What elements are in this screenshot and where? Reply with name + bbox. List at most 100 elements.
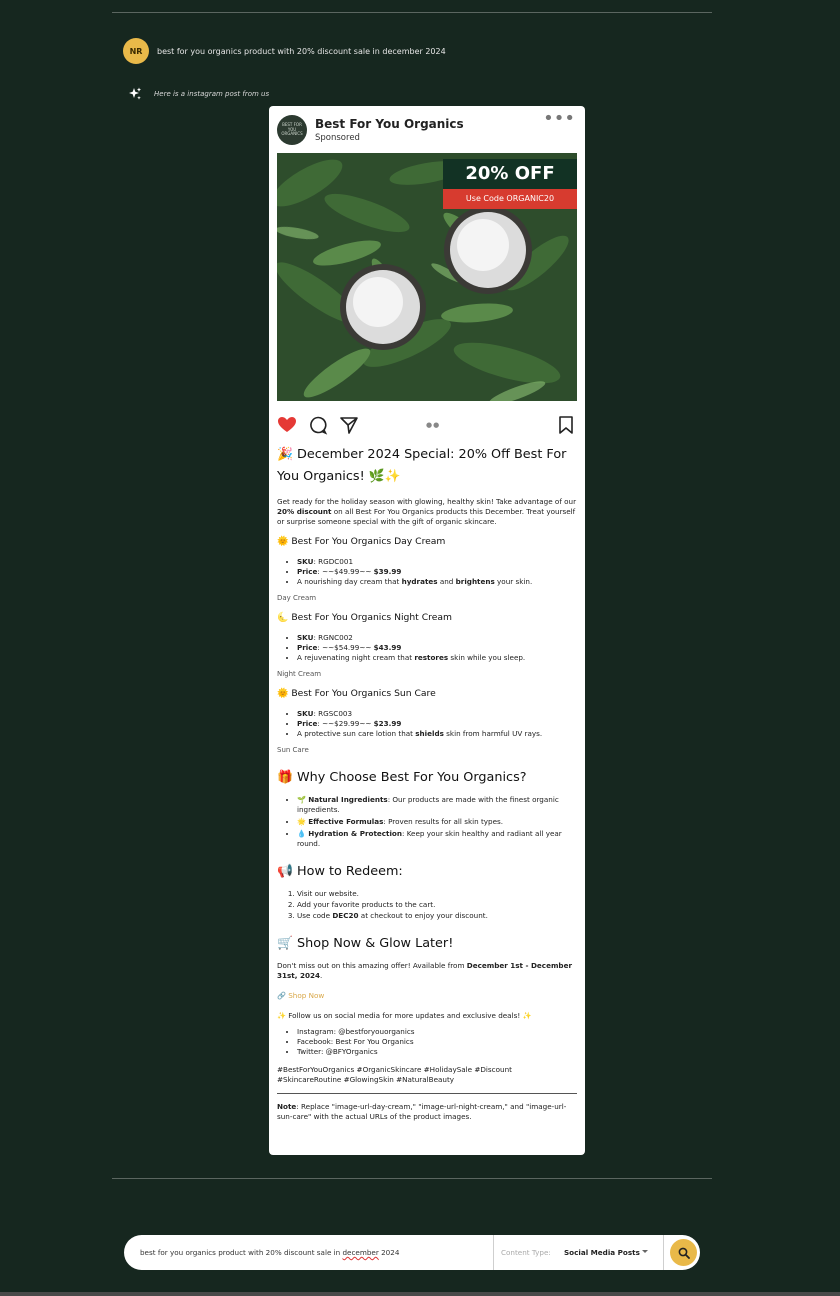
social-list: Instagram: @bestforyouorganics Facebook:…	[277, 1027, 577, 1057]
post-header: BEST FOR YOU ORGANICS Best For You Organ…	[277, 110, 577, 146]
price-label: Price	[297, 643, 318, 652]
search-icon	[678, 1247, 690, 1259]
why-item-bold: Effective Formulas	[308, 817, 384, 826]
ai-message: Here is a instagram post from us	[154, 90, 270, 98]
post-title: 🎉 December 2024 Special: 20% Off Best Fo…	[277, 447, 567, 484]
product-price: Price: ~~$54.99~~ $43.99	[297, 643, 577, 653]
product-details: SKU: RGDC001 Price: ~~$49.99~~ $39.99 A …	[277, 557, 577, 587]
redeem-step: Use code DEC20 at checkout to enjoy your…	[297, 911, 577, 921]
brand-logo[interactable]: BEST FOR YOU ORGANICS	[277, 115, 307, 145]
search-button[interactable]	[670, 1239, 697, 1266]
sparkle-icon	[129, 87, 141, 100]
content-type-select[interactable]: Social Media Posts	[564, 1235, 640, 1270]
redeem-step-text: Use code	[297, 911, 333, 920]
image-alt: Night Cream	[277, 670, 322, 678]
redeem-step-text: at checkout to enjoy your discount.	[358, 911, 488, 920]
product-desc: A protective sun care lotion that shield…	[297, 729, 577, 739]
social-item: Twitter: @BFYOrganics	[297, 1047, 577, 1057]
price-label: Price	[297, 719, 318, 728]
product-heading: 🌞 Best For You Organics Sun Care	[277, 688, 436, 699]
heart-icon[interactable]	[277, 415, 297, 435]
sku-value: : RGDC001	[313, 557, 354, 566]
user-message: best for you organics product with 20% d…	[157, 46, 446, 56]
redeem-steps: Visit our website. Add your favorite pro…	[277, 889, 577, 921]
desc-text: A nourishing day cream that	[297, 577, 402, 586]
shop-heading: 🛒 Shop Now & Glow Later!	[277, 936, 454, 951]
product-heading: 🌞 Best For You Organics Day Cream	[277, 536, 446, 547]
desc-bold: shields	[415, 729, 444, 738]
product-sku: SKU: RGSC003	[297, 709, 577, 719]
discount-badge: 20% OFF Use Code ORGANIC20	[443, 159, 577, 209]
product-details: SKU: RGNC002 Price: ~~$54.99~~ $43.99 A …	[277, 633, 577, 663]
input-divider	[663, 1235, 664, 1270]
share-icon[interactable]	[339, 415, 359, 435]
product-sku: SKU: RGNC002	[297, 633, 577, 643]
post-caption: 🎉 December 2024 Special: 20% Off Best Fo…	[277, 444, 577, 1128]
offer-paragraph: Don't miss out on this amazing offer! Av…	[277, 961, 577, 981]
desc-text: and	[437, 577, 456, 586]
intro-text: Get ready for the holiday season with gl…	[277, 497, 577, 506]
product-details: SKU: RGSC003 Price: ~~$29.99~~ $23.99 A …	[277, 709, 577, 739]
post-actions: ●●	[277, 415, 577, 435]
note: Note: Replace "image-url-day-cream," "im…	[277, 1102, 577, 1122]
sku-label: SKU	[297, 633, 314, 642]
price-new: $39.99	[373, 567, 402, 576]
social-item: Facebook: Best For You Organics	[297, 1037, 577, 1047]
promo-code: DEC20	[332, 911, 359, 920]
comment-icon[interactable]	[308, 415, 328, 435]
misspelled-word: december	[342, 1248, 379, 1257]
price-old: : ~~$29.99~~	[317, 719, 374, 728]
why-item: 🌱 Natural Ingredients: Our products are …	[297, 795, 577, 815]
image-alt: Sun Care	[277, 746, 309, 754]
shop-now-link[interactable]: Shop Now	[288, 991, 324, 1000]
intro-paragraph: Get ready for the holiday season with gl…	[277, 497, 577, 527]
price-old: : ~~$54.99~~	[317, 643, 374, 652]
prompt-input[interactable]: best for you organics product with 20% d…	[140, 1235, 399, 1270]
carousel-dots-icon: ●●	[426, 421, 441, 429]
desc-bold: brightens	[455, 577, 495, 586]
content-type-label: Content Type:	[501, 1248, 551, 1257]
redeem-step: Visit our website.	[297, 889, 577, 899]
prompt-input-bar: best for you organics product with 20% d…	[124, 1235, 700, 1270]
broken-image-sun-care: Sun Care	[277, 745, 577, 755]
chevron-down-icon[interactable]	[642, 1250, 648, 1253]
desc-bold: hydrates	[401, 577, 438, 586]
offer-text: .	[319, 971, 323, 980]
why-item-icon: 💧	[297, 829, 309, 838]
bookmark-icon[interactable]	[556, 415, 576, 435]
hashtags: #BestForYouOrganics #OrganicSkincare #Ho…	[277, 1065, 512, 1084]
user-message-row: NR best for you organics product with 20…	[123, 38, 446, 64]
why-heading: 🎁 Why Choose Best For You Organics?	[277, 770, 527, 785]
prompt-text: best for you organics product with 20% d…	[140, 1248, 343, 1257]
offer-text: Don't miss out on this amazing offer! Av…	[277, 961, 467, 970]
more-options-icon[interactable]: •••	[543, 110, 575, 128]
brand-name[interactable]: Best For You Organics	[315, 117, 464, 131]
product-heading: 🌜 Best For You Organics Night Cream	[277, 612, 452, 623]
user-avatar[interactable]: NR	[123, 38, 149, 64]
why-list: 🌱 Natural Ingredients: Our products are …	[277, 795, 577, 849]
price-old: : ~~$49.99~~	[317, 567, 374, 576]
price-new: $23.99	[373, 719, 402, 728]
link-icon: 🔗	[277, 991, 289, 1000]
post-image: 20% OFF Use Code ORGANIC20	[277, 153, 577, 401]
prompt-text: 2024	[378, 1248, 400, 1257]
product-sku: SKU: RGDC001	[297, 557, 577, 567]
note-divider	[277, 1093, 577, 1094]
desc-text: A rejuvenating night cream that	[297, 653, 415, 662]
badge-code: Use Code ORGANIC20	[443, 189, 577, 209]
note-text: : Replace "image-url-day-cream," "image-…	[277, 1102, 567, 1121]
product-price: Price: ~~$29.99~~ $23.99	[297, 719, 577, 729]
desc-bold: restores	[414, 653, 449, 662]
why-item: 🌟 Effective Formulas: Proven results for…	[297, 817, 577, 827]
redeem-step: Add your favorite products to the cart.	[297, 900, 577, 910]
bottom-scrollbar	[0, 1292, 840, 1296]
input-divider	[493, 1235, 494, 1270]
why-item-text: : Proven results for all skin types.	[383, 817, 504, 826]
bottom-divider	[112, 1178, 712, 1179]
note-label: Note	[277, 1102, 297, 1111]
why-item-bold: Natural Ingredients	[308, 795, 388, 804]
instagram-post-card: BEST FOR YOU ORGANICS Best For You Organ…	[269, 106, 585, 1155]
product-price: Price: ~~$49.99~~ $39.99	[297, 567, 577, 577]
sku-value: : RGSC003	[313, 709, 353, 718]
sku-label: SKU	[297, 709, 314, 718]
